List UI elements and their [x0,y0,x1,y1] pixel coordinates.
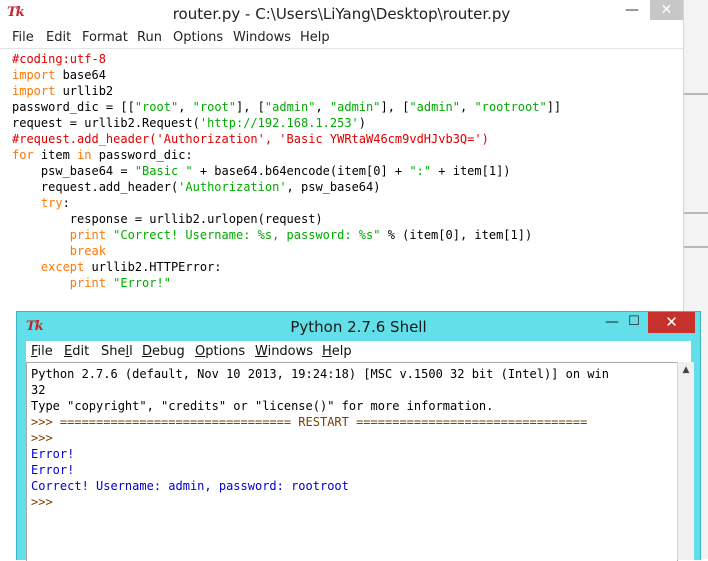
menu-shell[interactable]: Shell [101,344,133,359]
shell-prompt: >>> [31,431,53,445]
code-line: import urllib2 [12,84,114,98]
menu-windows[interactable]: Windows [233,30,291,45]
menu-help[interactable]: Help [322,344,352,359]
menu-options[interactable]: Options [173,30,223,45]
minimize-button[interactable]: — [614,0,650,22]
code-line: psw_base64 = "Basic " + base64.b64encode… [12,164,511,178]
menu-edit[interactable]: Edit [64,344,89,359]
code-line: except urllib2.HTTPError: [40,260,222,274]
shell-window: Tk Python 2.7.6 Shell — ☐ ✕ File Edit Sh… [16,311,701,561]
code-line: for item in password_dic: [12,148,193,162]
divider [684,212,708,214]
menu-file[interactable]: File [12,30,34,45]
shell-line: 32 [31,383,46,397]
code-line: #coding:utf-8 [12,52,106,66]
minimize-button[interactable]: — [601,314,623,334]
editor-title: router.py - C:\Users\LiYang\Desktop\rout… [172,5,511,23]
divider [684,246,708,248]
code-line: #request.add_header('Authorization', 'Ba… [12,132,489,146]
editor-menubar: File Edit Format Run Options Windows Hel… [0,28,683,49]
code-line: response = urllib2.urlopen(request) [12,212,323,226]
menu-debug[interactable]: Debug [142,344,185,359]
shell-title: Python 2.7.6 Shell [290,318,427,336]
code-line: request = urllib2.Request('http://192.16… [12,116,367,130]
code-line: break [69,244,106,258]
menu-run[interactable]: Run [137,30,162,45]
menu-edit[interactable]: Edit [46,30,71,45]
code-editor[interactable]: #coding:utf-8 import base64 import urlli… [12,51,561,291]
shell-line: Correct! Username: admin, password: root… [31,479,349,493]
divider [684,93,708,95]
maximize-button[interactable]: ☐ [623,314,645,334]
code-line: print "Error!" [69,276,171,290]
menu-file[interactable]: File [31,344,53,359]
close-button[interactable]: ✕ [648,312,695,333]
shell-output-area[interactable]: Python 2.7.6 (default, Nov 10 2013, 19:2… [26,362,678,561]
code-line: request.add_header('Authorization', psw_… [12,180,381,194]
code-line: print "Correct! Username: %s, password: … [69,228,533,242]
menu-windows[interactable]: Windows [255,344,313,359]
code-line: import base64 [12,68,106,82]
shell-line: >>> ================================ RES… [31,415,588,429]
menu-options[interactable]: Options [195,344,245,359]
code-line: try: [40,196,70,210]
menu-format[interactable]: Format [82,30,128,45]
shell-menubar: File Edit Shell Debug Options Windows He… [26,341,691,362]
close-button[interactable]: ✕ [650,0,683,20]
shell-line: Error! [31,463,75,477]
code-line: password_dic = [["root", "root"], ["admi… [12,100,562,114]
shell-line: Error! [31,447,75,461]
shell-line: Python 2.7.6 (default, Nov 10 2013, 19:2… [31,367,609,381]
shell-line: Type "copyright", "credits" or "license(… [31,399,494,413]
menu-help[interactable]: Help [300,30,330,45]
shell-titlebar[interactable]: Tk Python 2.7.6 Shell — ☐ ✕ [17,312,700,340]
editor-titlebar[interactable]: Tk router.py - C:\Users\LiYang\Desktop\r… [0,0,683,28]
shell-prompt: >>> [31,495,53,509]
vertical-scrollbar[interactable]: ▲ [677,362,694,560]
scroll-up-icon[interactable]: ▲ [678,362,694,378]
